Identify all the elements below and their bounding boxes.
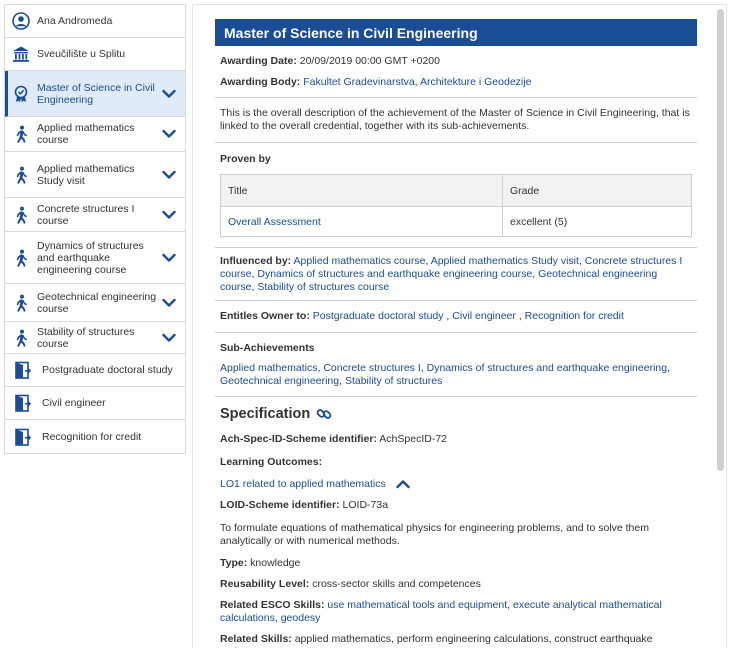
sidebar-item-label: Stability of structures course bbox=[37, 325, 135, 350]
walking-person-icon bbox=[12, 206, 30, 224]
influence-link[interactable]: Applied mathematics Study visit bbox=[431, 255, 579, 267]
proven-by-label: Proven by bbox=[220, 153, 271, 165]
loid-identifier: LOID-Scheme identifier: LOID-73a bbox=[220, 499, 389, 511]
achievement-description: This is the overall description of the a… bbox=[220, 107, 690, 132]
sidebar-item-label: Ana Andromeda bbox=[37, 15, 113, 27]
sub-achievements: Applied mathematics, Concrete structures… bbox=[220, 362, 671, 387]
sub-achievement-link[interactable]: Stability of structures bbox=[345, 375, 442, 387]
sidebar-item-label: Civil engineer bbox=[42, 397, 106, 409]
chevron-up-icon[interactable] bbox=[396, 479, 410, 489]
sidebar-item-institution[interactable]: Sveučilište u Splitu bbox=[5, 38, 185, 71]
chevron-down-icon[interactable] bbox=[161, 295, 177, 311]
learning-outcome-toggle[interactable]: LO1 related to applied mathematics bbox=[215, 478, 697, 490]
influence-link[interactable]: Applied mathematics course bbox=[294, 255, 426, 267]
sidebar-item-label: Dynamics of structures and earthquake en… bbox=[37, 239, 144, 276]
sub-achievement-link[interactable]: Applied mathematics bbox=[220, 362, 317, 374]
grade-value: excellent (5) bbox=[502, 206, 692, 237]
entitlement-link[interactable]: Recognition for credit bbox=[525, 310, 624, 322]
influence-link[interactable]: Dynamics of structures and earthquake en… bbox=[257, 268, 532, 280]
related-skills: Related Skills: applied mathematics, per… bbox=[220, 633, 653, 648]
scrollbar[interactable] bbox=[717, 9, 724, 471]
related-esco-skills: Related ESCO Skills: use mathematical to… bbox=[220, 599, 662, 624]
column-header: Grade bbox=[502, 174, 692, 207]
spec-scheme-identifier: Ach-Spec-ID-Scheme identifier: AchSpecID… bbox=[220, 433, 447, 445]
award-icon bbox=[12, 85, 30, 103]
sidebar-item-postgraduate[interactable]: Postgraduate doctoral study bbox=[5, 354, 185, 387]
door-exit-icon bbox=[14, 361, 32, 379]
link-icon[interactable] bbox=[316, 406, 332, 422]
sidebar-item-label: Master of Science in Civil Engineering bbox=[37, 81, 155, 106]
awarding-body-link[interactable]: Fakultet Gradevinarstva, Architekture i … bbox=[303, 76, 531, 88]
walking-person-icon bbox=[12, 329, 30, 347]
specification-heading: Specification bbox=[215, 406, 697, 422]
user-icon bbox=[12, 12, 30, 30]
sub-achievement-link[interactable]: Concrete structures I bbox=[323, 362, 420, 374]
entitles-owner-to: Entitles Owner to: Postgraduate doctoral… bbox=[220, 310, 624, 322]
learning-outcomes-label: Learning Outcomes: bbox=[220, 456, 323, 468]
sidebar-item-dynamics-structures[interactable]: Dynamics of structures and earthquake en… bbox=[5, 232, 185, 284]
walking-person-icon bbox=[12, 166, 30, 184]
sidebar-item-stability[interactable]: Stability of structures course bbox=[5, 322, 185, 354]
sidebar-item-label: Concrete structures I course bbox=[37, 202, 135, 227]
table-row: Overall Assessment excellent (5) bbox=[220, 206, 692, 237]
door-exit-icon bbox=[14, 394, 32, 412]
sidebar-item-geotechnical[interactable]: Geotechnical engineering course bbox=[5, 284, 185, 322]
column-header: Title bbox=[220, 174, 503, 207]
main-panel: Master of Science in Civil Engineering A… bbox=[192, 4, 727, 648]
sidebar-item-label: Recognition for credit bbox=[42, 430, 142, 443]
reusability-level: Reusability Level: cross-sector skills a… bbox=[220, 578, 481, 590]
awarding-date: Awarding Date: 20/09/2019 00:00 GMT +020… bbox=[220, 55, 440, 67]
sidebar-item-master-degree[interactable]: Master of Science in Civil Engineering bbox=[5, 71, 185, 117]
sidebar-item-applied-math-visit[interactable]: Applied mathematics Study visit bbox=[5, 152, 185, 198]
achievement-details: Master of Science in Civil Engineering A… bbox=[215, 19, 697, 648]
sidebar-item-label: Postgraduate doctoral study bbox=[42, 364, 173, 376]
chevron-down-icon[interactable] bbox=[161, 126, 177, 142]
institution-icon bbox=[12, 45, 30, 63]
sidebar-item-label: Geotechnical engineering course bbox=[37, 290, 157, 315]
chevron-down-icon[interactable] bbox=[161, 250, 177, 266]
page-title: Master of Science in Civil Engineering bbox=[215, 19, 697, 46]
sidebar-item-civil-engineer[interactable]: Civil engineer bbox=[5, 387, 185, 420]
walking-person-icon bbox=[12, 125, 30, 143]
walking-person-icon bbox=[12, 294, 30, 312]
sidebar-item-owner[interactable]: Ana Andromeda bbox=[5, 5, 185, 38]
esco-skill-link[interactable]: geodesy bbox=[281, 612, 321, 624]
chevron-down-icon[interactable] bbox=[161, 330, 177, 346]
esco-skill-link[interactable]: use mathematical tools and equipment bbox=[327, 599, 507, 611]
sub-achievement-link[interactable]: Dynamics of structures and earthquake en… bbox=[427, 362, 667, 374]
sidebar: Ana Andromeda Sveučilište u Splitu Maste… bbox=[4, 4, 186, 454]
influence-link[interactable]: Stability of structures course bbox=[257, 281, 389, 293]
influenced-by: Influenced by: Applied mathematics cours… bbox=[220, 255, 683, 293]
entitlement-link[interactable]: Postgraduate doctoral study bbox=[313, 310, 444, 322]
sidebar-item-recognition[interactable]: Recognition for credit bbox=[5, 420, 185, 453]
chevron-down-icon[interactable] bbox=[161, 167, 177, 183]
awarding-body: Awarding Body: Fakultet Gradevinarstva, … bbox=[220, 76, 532, 88]
door-exit-icon bbox=[14, 428, 32, 446]
lo-type: Type: knowledge bbox=[220, 557, 301, 569]
assessment-link[interactable]: Overall Assessment bbox=[228, 216, 321, 228]
sidebar-item-label: Applied mathematics course bbox=[37, 122, 135, 146]
proven-by-table: Title Grade Overall Assessment excellent… bbox=[220, 174, 692, 237]
sub-achievements-label: Sub-Achievements bbox=[220, 342, 315, 354]
sidebar-item-label: Applied mathematics Study visit bbox=[37, 162, 135, 187]
chevron-down-icon[interactable] bbox=[161, 207, 177, 223]
sub-achievement-link[interactable]: Geotechnical engineering bbox=[220, 375, 339, 387]
chevron-down-icon[interactable] bbox=[161, 86, 177, 102]
sidebar-item-concrete-structures[interactable]: Concrete structures I course bbox=[5, 198, 185, 232]
sidebar-item-label: Sveučilište u Splitu bbox=[37, 48, 126, 60]
sidebar-item-applied-math-course[interactable]: Applied mathematics course bbox=[5, 117, 185, 152]
entitlement-link[interactable]: Civil engineer bbox=[452, 310, 516, 322]
walking-person-icon bbox=[12, 249, 30, 267]
learning-outcome-description: To formulate equations of mathematical p… bbox=[220, 522, 649, 547]
